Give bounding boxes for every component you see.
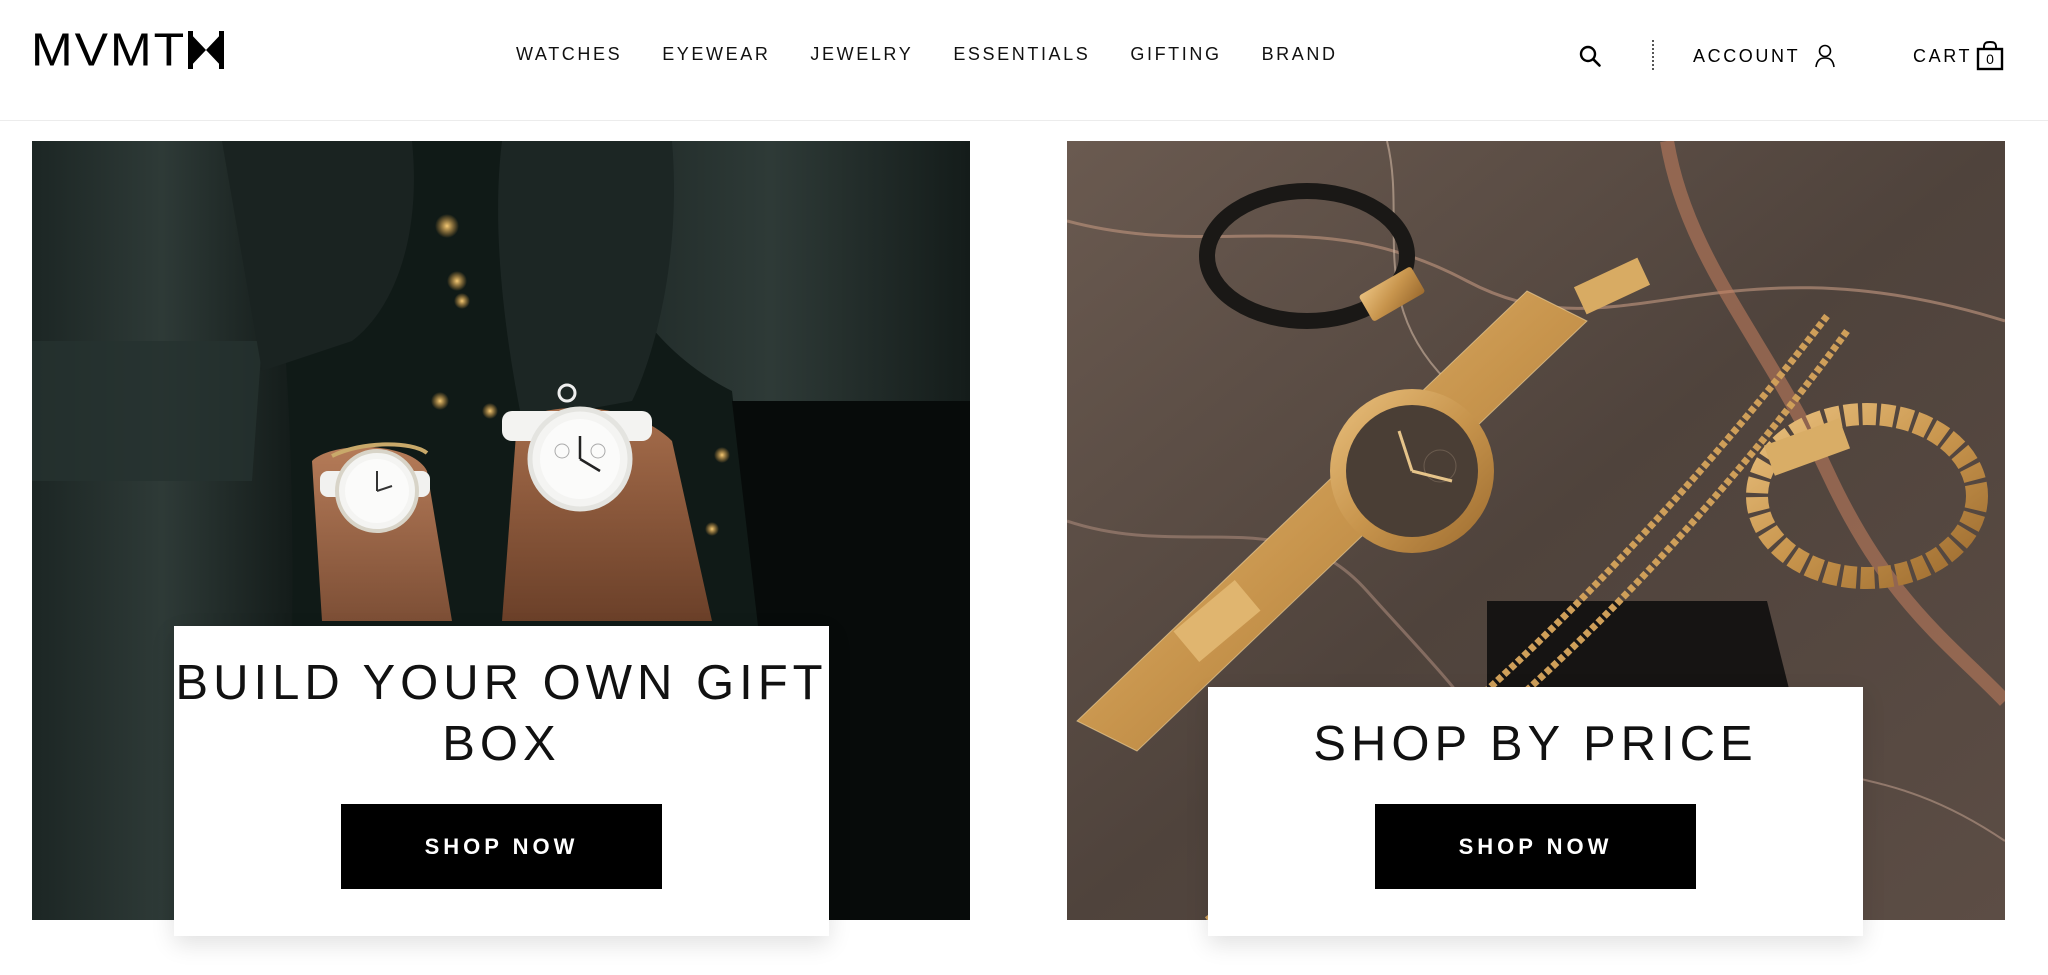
- logo-wordmark: MVMT: [31, 24, 187, 76]
- nav-item-jewelry[interactable]: JEWELRY: [810, 42, 913, 66]
- search-button[interactable]: [1578, 40, 1604, 72]
- main-nav: WATCHES EYEWEAR JEWELRY ESSENTIALS GIFTI…: [516, 42, 1378, 66]
- account-label: ACCOUNT: [1693, 45, 1801, 66]
- brand-logo[interactable]: MVMT: [31, 24, 225, 76]
- site-header: MVMT WATCHES EYEWEAR JEWELRY ESSENTIALS …: [0, 0, 2048, 121]
- shop-by-price-title: SHOP BY PRICE: [1313, 717, 1758, 771]
- nav-item-essentials[interactable]: ESSENTIALS: [953, 42, 1090, 66]
- user-icon: [1815, 44, 1835, 68]
- nav-item-watches[interactable]: WATCHES: [516, 42, 622, 66]
- cart-count: 0: [1986, 51, 1994, 67]
- gift-box-shop-now-button[interactable]: SHOP NOW: [341, 804, 662, 889]
- search-icon: [1579, 45, 1601, 67]
- shop-by-price-shop-now-button[interactable]: SHOP NOW: [1375, 804, 1696, 889]
- nav-item-brand[interactable]: BRAND: [1262, 42, 1338, 66]
- cart-link[interactable]: CART 0: [1913, 40, 2004, 72]
- gift-box-card: BUILD YOUR OWN GIFT BOX SHOP NOW: [174, 626, 829, 936]
- nav-item-eyewear[interactable]: EYEWEAR: [662, 42, 770, 66]
- logo-mark-icon: [188, 31, 225, 69]
- nav-item-gifting[interactable]: GIFTING: [1130, 42, 1221, 66]
- account-link[interactable]: ACCOUNT: [1693, 40, 1836, 72]
- header-divider: [1652, 40, 1654, 70]
- cart-label: CART: [1913, 45, 1973, 66]
- shop-by-price-card: SHOP BY PRICE SHOP NOW: [1208, 687, 1863, 936]
- shopping-bag-icon: 0: [1976, 40, 2004, 71]
- gift-box-title: BUILD YOUR OWN GIFT BOX: [175, 656, 828, 771]
